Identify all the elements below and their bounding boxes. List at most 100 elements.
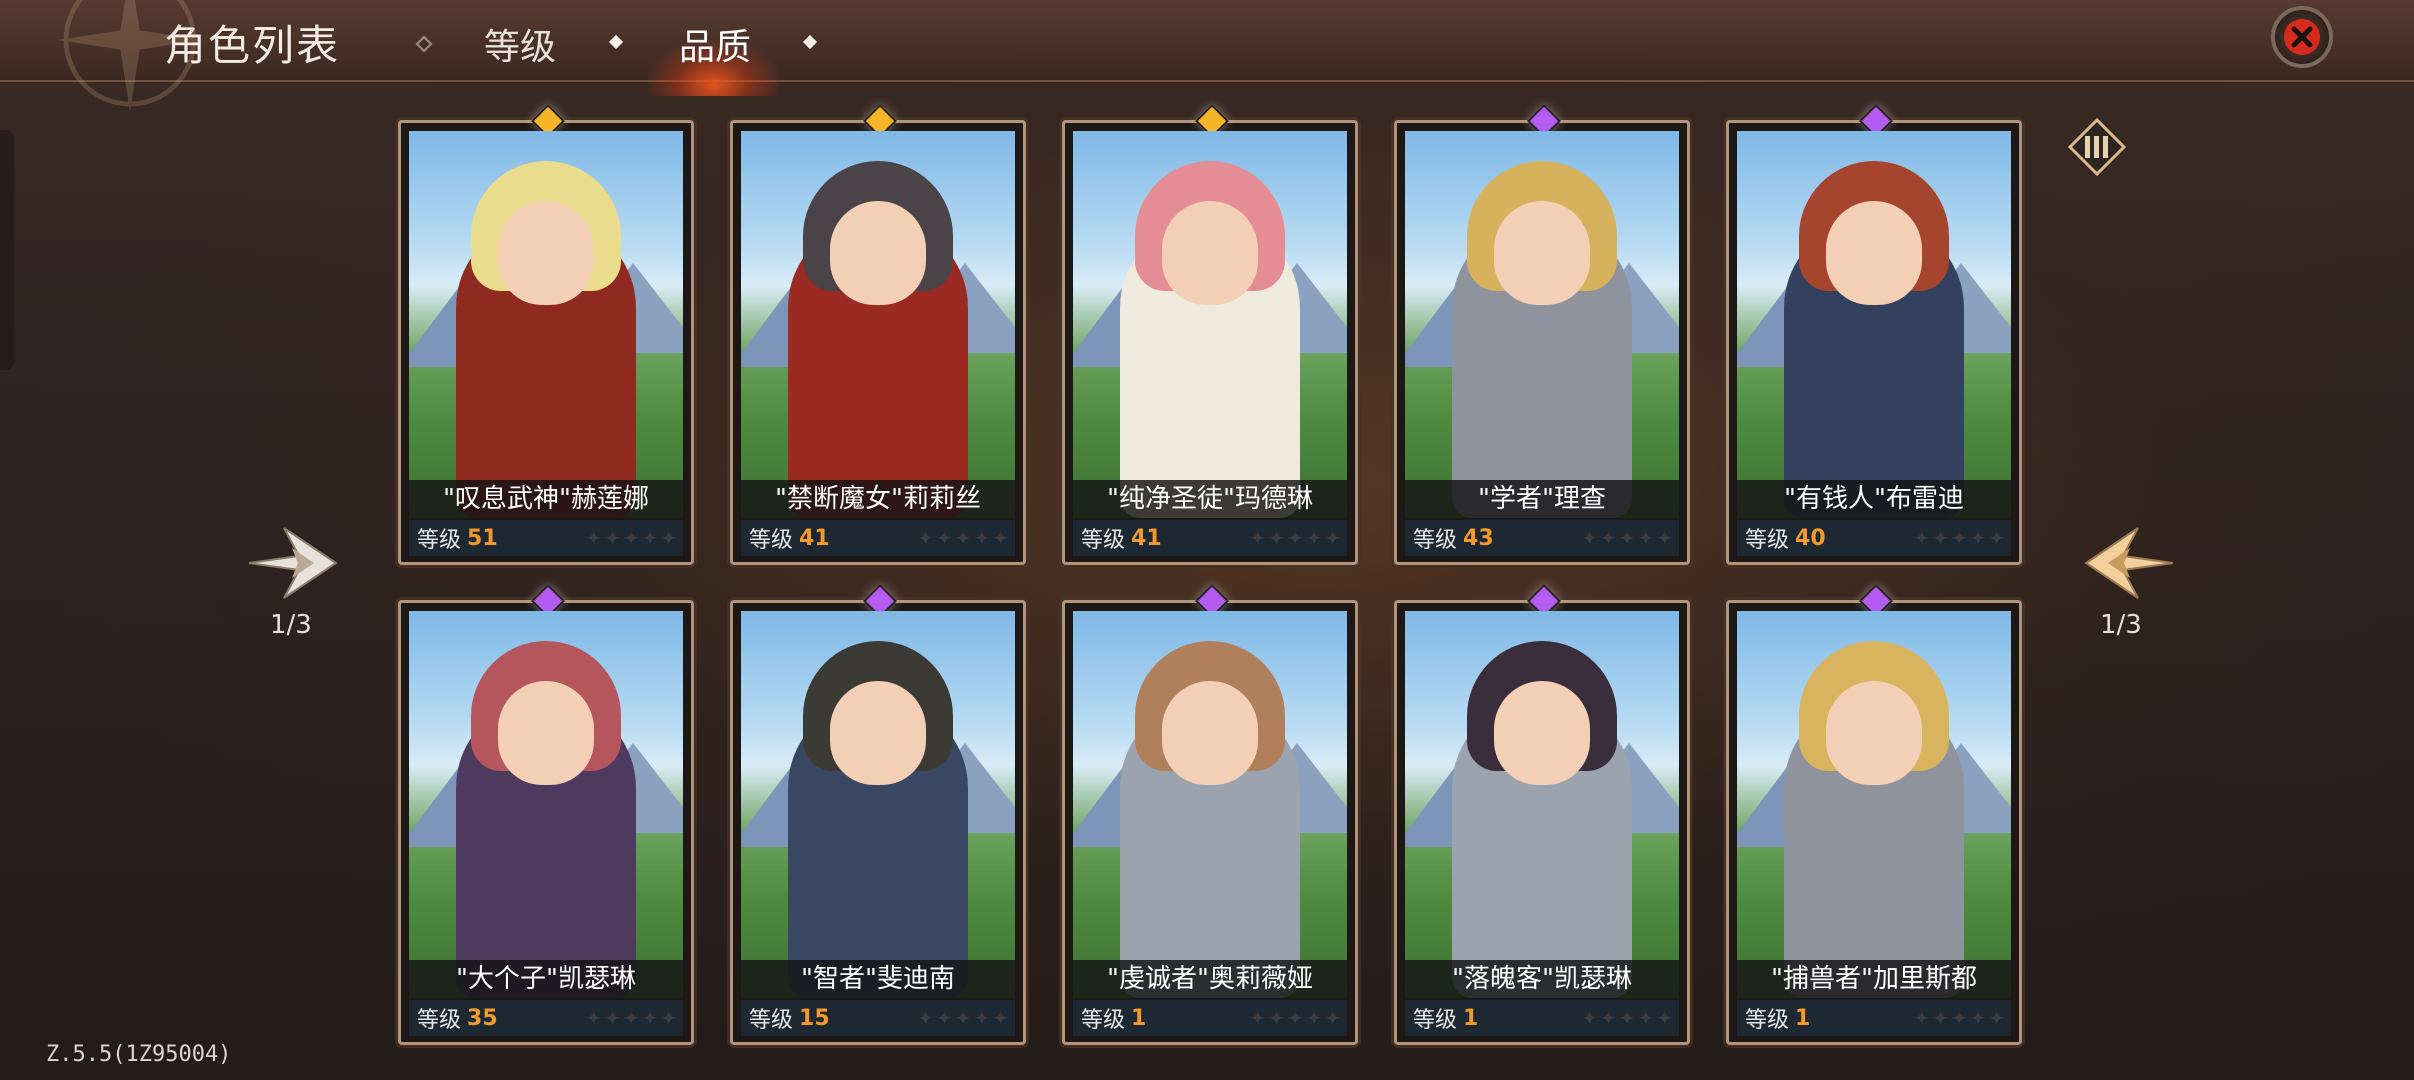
level-label: 等级 bbox=[749, 528, 794, 553]
star-icon: ✦ bbox=[1249, 526, 1266, 550]
level-label: 等级 bbox=[749, 1008, 794, 1033]
close-button[interactable] bbox=[2271, 6, 2333, 68]
tab-separator-icon bbox=[415, 35, 433, 53]
character-portrait bbox=[409, 131, 683, 518]
version-text: Z.5.5(1Z95004) bbox=[46, 1042, 232, 1067]
level-row: 等级 15 ✦ ✦ ✦ ✦ ✦ bbox=[741, 1000, 1015, 1036]
level-row: 等级 41 ✦ ✦ ✦ ✦ ✦ bbox=[1073, 520, 1347, 556]
level-value: 43 bbox=[1463, 525, 1494, 551]
character-name: "学者"理查 bbox=[1405, 480, 1679, 518]
star-icon: ✦ bbox=[935, 1006, 953, 1030]
character-portrait bbox=[1737, 611, 2011, 998]
prev-page-arrow-icon[interactable] bbox=[244, 518, 344, 608]
star-icon: ✦ bbox=[1305, 526, 1323, 550]
character-card[interactable]: "有钱人"布雷迪 等级 40 ✦ ✦ ✦ ✦ ✦ bbox=[1726, 104, 2022, 565]
level-label: 等级 bbox=[1081, 1008, 1126, 1033]
star-rating: ✦ ✦ ✦ ✦ ✦ bbox=[1913, 528, 2005, 548]
level-value: 1 bbox=[1795, 1005, 1811, 1031]
star-icon: ✦ bbox=[641, 1006, 659, 1030]
level-value: 40 bbox=[1795, 525, 1826, 551]
star-icon: ✦ bbox=[622, 1006, 640, 1030]
star-icon: ✦ bbox=[935, 526, 953, 550]
tab-separator-icon bbox=[608, 34, 624, 50]
character-card[interactable]: "智者"斐迪南 等级 15 ✦ ✦ ✦ ✦ ✦ bbox=[730, 584, 1026, 1045]
level-value: 15 bbox=[799, 1005, 830, 1031]
star-icon: ✦ bbox=[1305, 1006, 1323, 1030]
level-row: 等级 35 ✦ ✦ ✦ ✦ ✦ bbox=[409, 1000, 683, 1036]
star-icon: ✦ bbox=[1656, 526, 1673, 550]
level-row: 等级 1 ✦ ✦ ✦ ✦ ✦ bbox=[1405, 1000, 1679, 1036]
level-row: 等级 51 ✦ ✦ ✦ ✦ ✦ bbox=[409, 520, 683, 556]
page-indicator-left: 1/3 bbox=[270, 610, 312, 640]
level-value: 41 bbox=[799, 525, 830, 551]
character-card[interactable]: "大个子"凯瑟琳 等级 35 ✦ ✦ ✦ ✦ ✦ bbox=[398, 584, 694, 1045]
level-value: 51 bbox=[467, 525, 498, 551]
star-rating: ✦ ✦ ✦ ✦ ✦ bbox=[1581, 528, 1673, 548]
star-icon: ✦ bbox=[1324, 526, 1341, 550]
star-icon: ✦ bbox=[603, 1006, 621, 1030]
star-rating: ✦ ✦ ✦ ✦ ✦ bbox=[585, 1008, 677, 1028]
character-name: "落魄客"凯瑟琳 bbox=[1405, 960, 1679, 998]
level-label: 等级 bbox=[417, 1008, 462, 1033]
star-icon: ✦ bbox=[1969, 1006, 1987, 1030]
character-card[interactable]: "学者"理查 等级 43 ✦ ✦ ✦ ✦ ✦ bbox=[1394, 104, 1690, 565]
star-icon: ✦ bbox=[1950, 1006, 1968, 1030]
character-portrait bbox=[409, 611, 683, 998]
character-portrait bbox=[1073, 611, 1347, 998]
character-name: "虔诚者"奥莉薇娅 bbox=[1073, 960, 1347, 998]
level-value: 1 bbox=[1131, 1005, 1147, 1031]
level-value: 1 bbox=[1463, 1005, 1479, 1031]
character-card[interactable]: "纯净圣徒"玛德琳 等级 41 ✦ ✦ ✦ ✦ ✦ bbox=[1062, 104, 1358, 565]
side-drawer-handle[interactable] bbox=[0, 130, 14, 370]
character-portrait bbox=[1073, 131, 1347, 518]
star-icon: ✦ bbox=[660, 526, 677, 550]
star-icon: ✦ bbox=[1969, 526, 1987, 550]
character-card[interactable]: "禁断魔女"莉莉丝 等级 41 ✦ ✦ ✦ ✦ ✦ bbox=[730, 104, 1026, 565]
level-label: 等级 bbox=[1413, 1008, 1458, 1033]
star-icon: ✦ bbox=[1988, 526, 2005, 550]
tab-quality[interactable]: 品质 bbox=[679, 18, 751, 70]
page-indicator-right: 1/3 bbox=[2100, 610, 2142, 640]
character-card[interactable]: "虔诚者"奥莉薇娅 等级 1 ✦ ✦ ✦ ✦ ✦ bbox=[1062, 584, 1358, 1045]
character-card[interactable]: "叹息武神"赫莲娜 等级 51 ✦ ✦ ✦ ✦ ✦ bbox=[398, 104, 694, 565]
star-icon: ✦ bbox=[622, 526, 640, 550]
character-portrait bbox=[1405, 611, 1679, 998]
star-icon: ✦ bbox=[917, 526, 934, 550]
star-rating: ✦ ✦ ✦ ✦ ✦ bbox=[1581, 1008, 1673, 1028]
star-icon: ✦ bbox=[1286, 1006, 1304, 1030]
character-card[interactable]: "捕兽者"加里斯都 等级 1 ✦ ✦ ✦ ✦ ✦ bbox=[1726, 584, 2022, 1045]
character-name: "禁断魔女"莉莉丝 bbox=[741, 480, 1015, 518]
level-value: 35 bbox=[467, 1005, 498, 1031]
star-icon: ✦ bbox=[660, 1006, 677, 1030]
star-icon: ✦ bbox=[641, 526, 659, 550]
star-rating: ✦ ✦ ✦ ✦ ✦ bbox=[917, 528, 1009, 548]
character-card[interactable]: "落魄客"凯瑟琳 等级 1 ✦ ✦ ✦ ✦ ✦ bbox=[1394, 584, 1690, 1045]
next-page-arrow-icon[interactable] bbox=[2078, 518, 2178, 608]
character-portrait bbox=[741, 611, 1015, 998]
filter-columns-icon[interactable] bbox=[2068, 118, 2126, 176]
level-row: 等级 43 ✦ ✦ ✦ ✦ ✦ bbox=[1405, 520, 1679, 556]
star-icon: ✦ bbox=[992, 1006, 1009, 1030]
star-icon: ✦ bbox=[992, 526, 1009, 550]
star-icon: ✦ bbox=[1581, 526, 1598, 550]
star-icon: ✦ bbox=[1950, 526, 1968, 550]
level-label: 等级 bbox=[1413, 528, 1458, 553]
character-name: "纯净圣徒"玛德琳 bbox=[1073, 480, 1347, 518]
character-name: "智者"斐迪南 bbox=[741, 960, 1015, 998]
star-icon: ✦ bbox=[1618, 1006, 1636, 1030]
star-icon: ✦ bbox=[585, 526, 602, 550]
star-icon: ✦ bbox=[917, 1006, 934, 1030]
star-icon: ✦ bbox=[1618, 526, 1636, 550]
star-icon: ✦ bbox=[1324, 1006, 1341, 1030]
top-bar: 角色列表 等级 品质 bbox=[0, 0, 2414, 112]
star-icon: ✦ bbox=[1913, 1006, 1930, 1030]
star-icon: ✦ bbox=[585, 1006, 602, 1030]
star-icon: ✦ bbox=[1913, 526, 1930, 550]
level-row: 等级 1 ✦ ✦ ✦ ✦ ✦ bbox=[1073, 1000, 1347, 1036]
star-icon: ✦ bbox=[954, 526, 972, 550]
level-label: 等级 bbox=[1745, 1008, 1790, 1033]
star-icon: ✦ bbox=[1581, 1006, 1598, 1030]
tab-level[interactable]: 等级 bbox=[484, 18, 556, 70]
star-icon: ✦ bbox=[1286, 526, 1304, 550]
tab-separator-icon bbox=[802, 34, 818, 50]
